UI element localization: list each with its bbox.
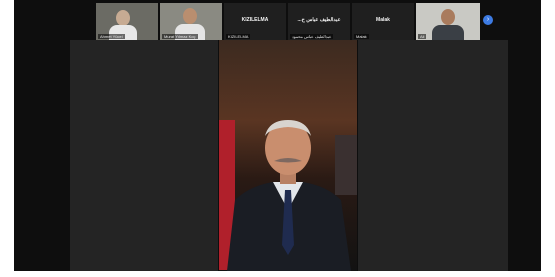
speaker-figure — [227, 120, 351, 271]
participant-display-name: ...عبدالطيف عباس ح — [297, 17, 341, 23]
participant-display-name: KIZILELMA — [241, 17, 269, 23]
participant-tile-5[interactable]: Malak Malak — [352, 3, 414, 40]
participant-strip: Ahmet Yücel Murat Yılmaz Koç KIZILELMA K… — [96, 3, 480, 40]
left-empty-panel — [70, 40, 218, 271]
participant-name: Ali — [418, 34, 427, 39]
participant-name: عبدالطيف عباس محمود — [290, 34, 334, 39]
participant-tile-1[interactable]: Ahmet Yücel — [96, 3, 158, 40]
main-speaker-video — [219, 40, 357, 271]
participant-tile-4[interactable]: ...عبدالطيف عباس ح عبدالطيف عباس محمود — [288, 3, 350, 40]
participant-body — [432, 25, 464, 40]
participant-name: Murat Yılmaz Koç — [162, 34, 198, 39]
participant-tile-2[interactable]: Murat Yılmaz Koç — [160, 3, 222, 40]
meeting-stage: Ahmet Yücel Murat Yılmaz Koç KIZILELMA K… — [14, 0, 541, 271]
participant-name: Malak — [354, 34, 369, 39]
participant-display-name: Malak — [376, 17, 390, 23]
participant-avatar — [116, 10, 130, 26]
participant-avatar — [183, 8, 197, 24]
participant-name: KIZILELMA — [226, 34, 251, 39]
chevron-right-icon[interactable]: › — [483, 15, 493, 25]
participant-avatar — [441, 9, 455, 25]
participant-tile-3[interactable]: KIZILELMA KIZILELMA — [224, 3, 286, 40]
right-empty-panel — [358, 40, 508, 271]
participant-tile-6[interactable]: Ali — [416, 3, 480, 40]
participant-name: Ahmet Yücel — [98, 34, 125, 39]
